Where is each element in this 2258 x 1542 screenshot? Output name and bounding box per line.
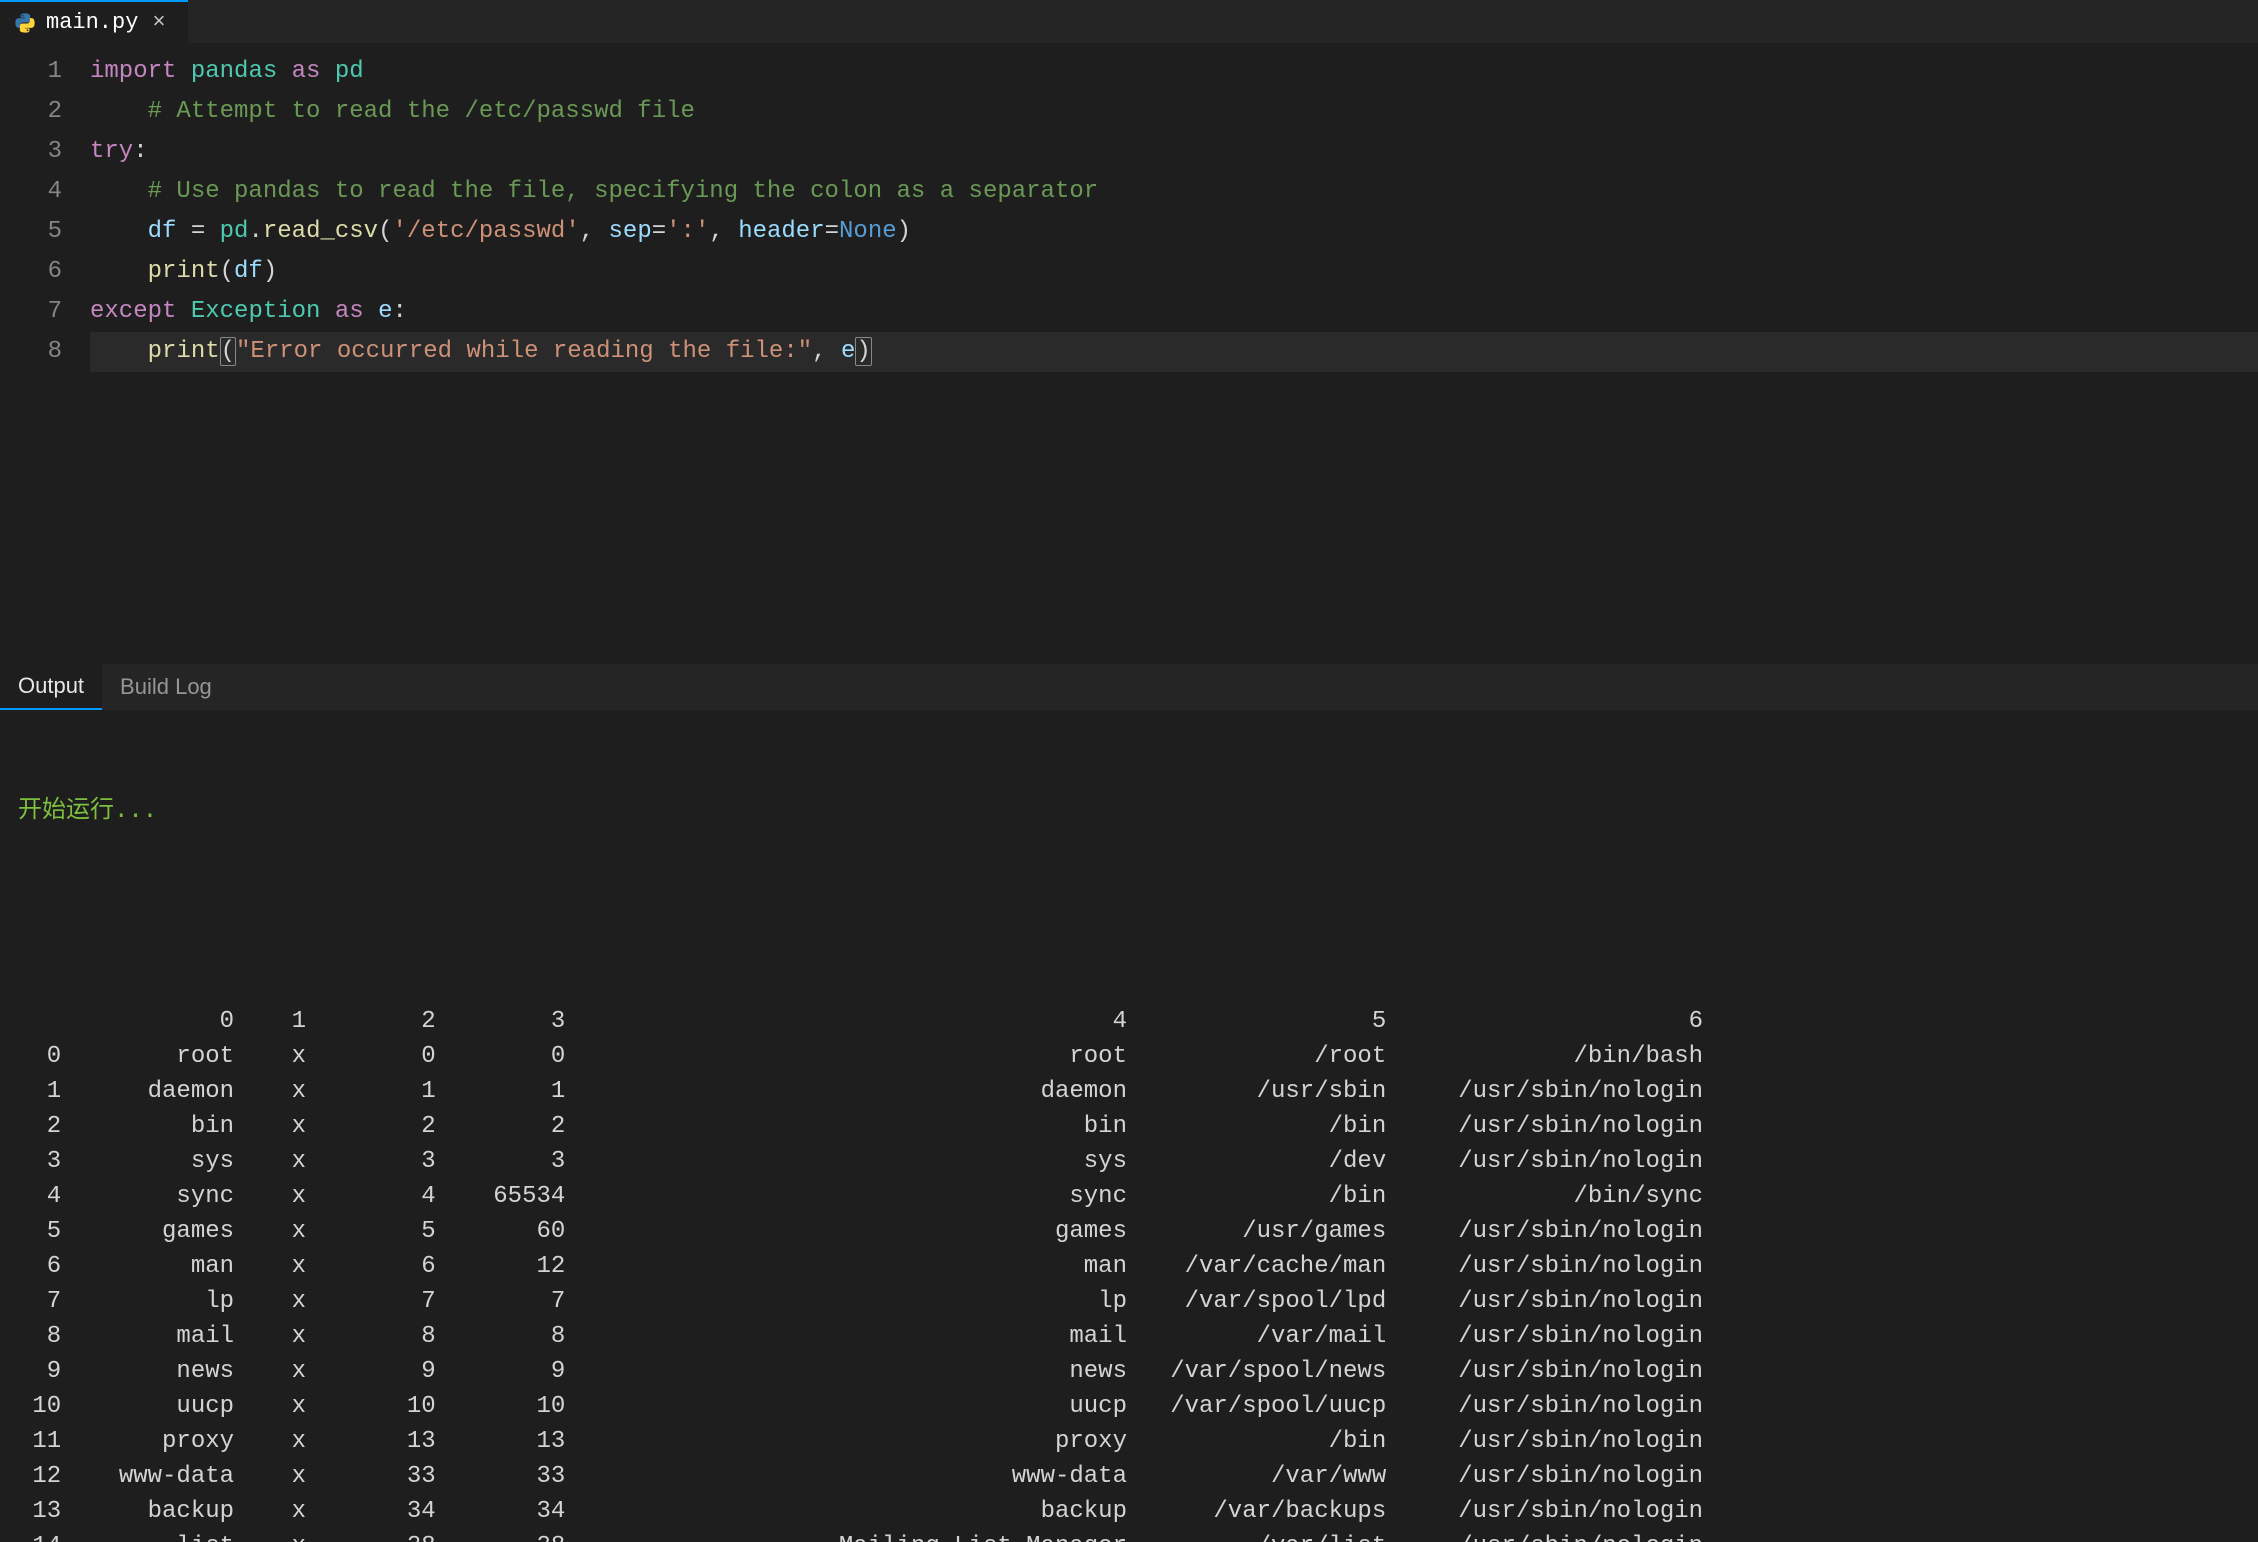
output-table: 0 1 2 3 4 5 6 0 root x 0 0 root /root xyxy=(18,1004,2240,1542)
python-file-icon xyxy=(14,12,36,34)
line-number: 2 xyxy=(0,92,62,132)
code-line[interactable]: df = pd.read_csv('/etc/passwd', sep=':',… xyxy=(90,212,2258,252)
tab-build-log[interactable]: Build Log xyxy=(102,664,230,710)
line-number: 1 xyxy=(0,52,62,92)
line-number: 5 xyxy=(0,212,62,252)
code-line[interactable]: print(df) xyxy=(90,252,2258,292)
code-editor[interactable]: 1 2 3 4 5 6 7 8 import pandas as pd # At… xyxy=(0,44,2258,664)
app-root: main.py × 1 2 3 4 5 6 7 8 import pandas … xyxy=(0,0,2258,1542)
close-icon[interactable]: × xyxy=(148,10,169,35)
tab-main-py[interactable]: main.py × xyxy=(0,0,188,43)
line-number: 4 xyxy=(0,172,62,212)
output-blank-line xyxy=(18,899,2240,934)
panel-tabbar: Output Build Log xyxy=(0,664,2258,710)
output-panel[interactable]: 开始运行... 0 1 2 3 4 5 6 0 root x 0 0 xyxy=(0,710,2258,1542)
line-number: 7 xyxy=(0,292,62,332)
code-line[interactable]: import pandas as pd xyxy=(90,52,2258,92)
tab-label: main.py xyxy=(46,10,138,35)
code-line[interactable]: except Exception as e: xyxy=(90,292,2258,332)
line-number-gutter: 1 2 3 4 5 6 7 8 xyxy=(0,52,90,644)
running-status: 开始运行... xyxy=(18,794,2240,829)
tab-output[interactable]: Output xyxy=(0,664,102,710)
editor-tabbar: main.py × xyxy=(0,0,2258,44)
code-line-active[interactable]: print("Error occurred while reading the … xyxy=(90,332,2258,372)
line-number: 8 xyxy=(0,332,62,372)
code-area[interactable]: import pandas as pd # Attempt to read th… xyxy=(90,52,2258,644)
code-line[interactable]: # Use pandas to read the file, specifyin… xyxy=(90,172,2258,212)
line-number: 3 xyxy=(0,132,62,172)
code-line[interactable]: try: xyxy=(90,132,2258,172)
bracket-match-open: ( xyxy=(220,337,236,366)
line-number: 6 xyxy=(0,252,62,292)
code-line[interactable]: # Attempt to read the /etc/passwd file xyxy=(90,92,2258,132)
bracket-match-close: ) xyxy=(855,337,871,366)
